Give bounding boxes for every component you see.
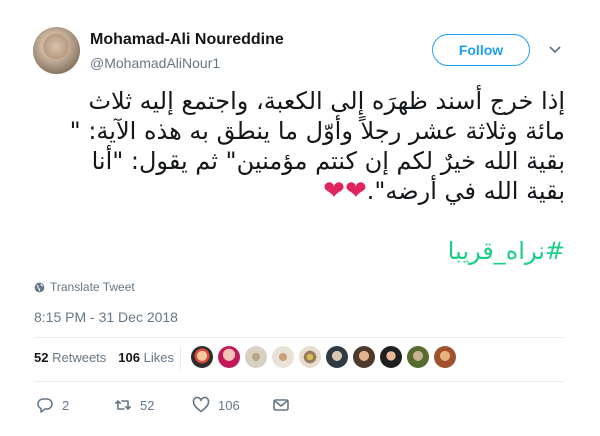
liker-avatar[interactable] (272, 346, 294, 368)
tweet-text-line: بقية الله خيرٌ لكم إن كنتم مؤمنين" ثم يق… (91, 147, 565, 175)
tweet-text-line-end: بقية الله في أرضه". (366, 177, 565, 205)
hashtag-link[interactable]: #نراه_قريبا (30, 237, 565, 265)
liker-avatar[interactable] (299, 346, 321, 368)
liker-avatar[interactable] (191, 346, 213, 368)
tweet-text: إذا خرج أسند ظهرَه إلى الكعبة، واجتمع إل… (30, 86, 565, 206)
heart-emoji: ❤❤ (323, 176, 367, 206)
author-avatar[interactable] (33, 27, 80, 74)
liker-avatar[interactable] (380, 346, 402, 368)
dm-icon (273, 399, 289, 411)
like-count: 106 (218, 397, 240, 413)
like-icon (192, 396, 210, 413)
retweets-label[interactable]: Retweets (52, 350, 106, 365)
author-handle[interactable]: @MohamadAliNour1 (90, 55, 220, 71)
liker-avatar[interactable] (245, 346, 267, 368)
retweet-icon (115, 400, 131, 410)
likes-count[interactable]: 106 (118, 350, 140, 365)
like-button[interactable]: 106 (192, 396, 272, 414)
tweet-text-line: مائة وثلاثة عشر رجلاً وأوّل ما ينطق به ه… (69, 117, 565, 145)
likes-label[interactable]: Likes (144, 350, 174, 365)
liker-avatar[interactable] (326, 346, 348, 368)
retweet-button[interactable]: 52 (114, 396, 192, 414)
hashtag-text[interactable]: #نراه_قريبا (448, 237, 565, 265)
retweet-count: 52 (140, 397, 155, 413)
reply-count: 2 (62, 397, 70, 413)
follow-button[interactable]: Follow (432, 34, 530, 66)
divider (34, 381, 564, 382)
stats-separator (180, 346, 181, 370)
liker-avatar[interactable] (407, 346, 429, 368)
translate-label[interactable]: Translate Tweet (50, 280, 135, 294)
tweet-stats: 52 Retweets 106 Likes (34, 350, 174, 365)
divider (34, 337, 564, 338)
tweet-text-line: إذا خرج أسند ظهرَه إلى الكعبة، واجتمع إل… (88, 87, 565, 115)
likes-stat[interactable]: 106 Likes (118, 350, 174, 365)
chevron-down-icon[interactable] (548, 44, 562, 56)
reply-button[interactable]: 2 (36, 396, 114, 414)
direct-message-button[interactable] (272, 396, 290, 414)
retweets-count[interactable]: 52 (34, 350, 48, 365)
tweet-timestamp[interactable]: 8:15 PM - 31 Dec 2018 (34, 309, 178, 325)
reply-icon (37, 398, 53, 413)
tweet-text-line: بقية الله في أرضه".❤❤ (30, 176, 565, 206)
globe-icon (34, 282, 45, 292)
author-display-name[interactable]: Mohamad-Ali Noureddine (90, 31, 284, 49)
liker-avatar[interactable] (218, 346, 240, 368)
liker-avatar[interactable] (353, 346, 375, 368)
translate-tweet-link[interactable]: Translate Tweet (34, 280, 135, 294)
liker-avatars (191, 346, 456, 368)
retweets-stat[interactable]: 52 Retweets (34, 350, 106, 365)
tweet-actions: 2 52 106 (36, 396, 290, 414)
liker-avatar[interactable] (434, 346, 456, 368)
